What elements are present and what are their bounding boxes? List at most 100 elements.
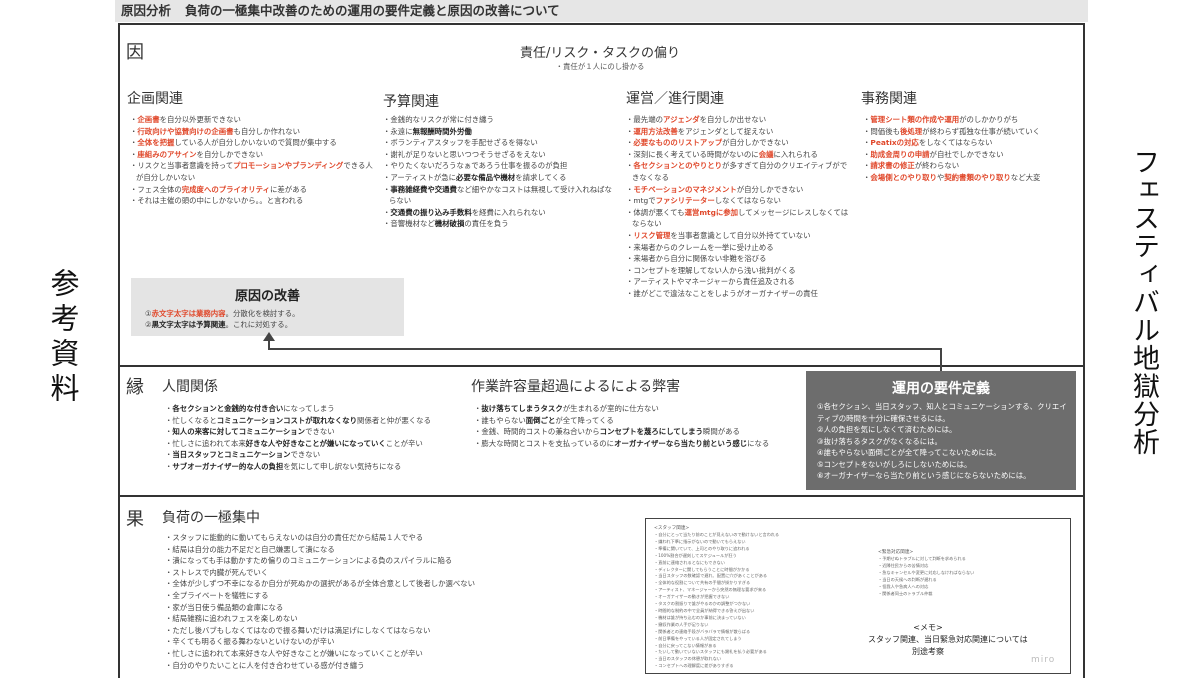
list-item: それは主催の頭の中にしかないから。。と言われる: [128, 195, 373, 207]
effect-title: 負荷の一極集中: [162, 510, 260, 526]
list-item: 各セクションと金銭的な付き合いになってしまう: [163, 403, 463, 415]
list-item: 機材は誰が持ち込むのか事前に決まっていない: [654, 615, 874, 622]
list-item: 座組みのアサインを自分しかできない: [128, 149, 373, 161]
list-item: 忙しさに追われて本来好きな人や好きなことが嫌いになっていくことが辛い: [163, 648, 633, 660]
memo-staff-list: 自分にとって当たり前のことが見えないので動けないと言われる嫌われ下準に指示がない…: [654, 532, 874, 670]
list-item: 潰になっても手は動かすため偏りのコミュニケーションによる負のスパイラルに陥る: [163, 555, 633, 567]
planning-list: 企画書を自分以外更新できない行政向けや協賛向けの企画書も自分しか作れない全体を把…: [128, 114, 373, 207]
memo-note-line-2: 別途考察: [912, 647, 944, 656]
list-item: 関係者との連絡手段がバラバラで情報が散らばる: [654, 629, 874, 636]
list-item: 金銭的なリスクが常に付き纏う: [381, 114, 614, 126]
list-item: 体調が悪くても運営mtgに参加してメッセージにレスしなくてはならない: [624, 207, 852, 230]
list-item: ボランティアスタッフを手配せざるを得ない: [381, 137, 614, 149]
list-item: 請求書の修正が終わらない: [861, 160, 1071, 172]
list-item: 謝礼が足りないと思いつつそうせざるをえない: [381, 149, 614, 161]
list-item: 前日準備をやっている人が固定されてしまう: [654, 636, 874, 643]
list-item: 自分のやりたいことに人を付き合わせている感が付き纏う: [163, 660, 633, 672]
list-item: 怪我人や急病人への対応: [878, 584, 1058, 591]
effect-list: スタッフに能動的に動いてもらえないのは自分の責任だから結局１人でやる結局は自分の…: [163, 532, 633, 671]
cause-improvement-box: 原因の改善 ①赤文字太字は業務内容。分散化を検討する。 ②黒文字太字は予算関連。…: [131, 278, 404, 336]
memo-note-title: <メモ>: [913, 623, 943, 632]
cause-subheading: ・責任が１人にのし掛かる: [555, 62, 645, 71]
memo-board: <スタッフ関連> 自分にとって当たり前のことが見えないので動けないと言われる嫌わ…: [645, 518, 1071, 674]
list-item: サブオーガナイザー的な人の負担を気にして申し訳ない気持ちになる: [163, 461, 463, 473]
miro-logo: miro: [1031, 655, 1056, 665]
side-label-right: フェスティバル地獄分析: [1128, 148, 1159, 456]
list-item: 企画書を自分以外更新できない: [128, 114, 373, 126]
divider-en-effect: [118, 495, 1085, 497]
relations-list: 各セクションと金銭的な付き合いになってしまう忙しくなるとコミュニケーションコスト…: [163, 403, 463, 473]
list-item: 辛くても明るく振る舞わないといけないのが辛い: [163, 636, 633, 648]
list-item: アーティストが急に必要な備品や機材を請求してくる: [381, 172, 614, 184]
list-item: 会場側とのやり取りや契約書類のやり取りなど大変: [861, 172, 1071, 184]
page-title-bar: 原因分析 負荷の一極集中改善のための運用の要件定義と原因の改善について: [115, 0, 1088, 22]
list-item: 行政向けや協賛向けの企画書も自分しか作れない: [128, 126, 373, 138]
list-item: 深刻に長く考えている時間がないのに会議に入れられる: [624, 149, 852, 161]
memo-emergency-heading: <緊急対応関連>: [878, 550, 914, 555]
page-title-label: 原因分析: [121, 3, 172, 18]
list-item: 100%割合が遅刻してスケジュールが狂う: [654, 553, 874, 560]
list-item: スタッフに能動的に動いてもらえないのは自分の責任だから結局１人でやる: [163, 532, 633, 544]
requirement-item: ③抜け落ちるタスクがなくなるには。: [817, 436, 942, 446]
list-item: 来場者からのクレームを一挙に受け止める: [624, 242, 852, 254]
admin-list: 管理シート類の作成や運用がのしかかりがち問価後も後処理が終わらず孤独な仕事が続い…: [861, 114, 1071, 184]
list-item: 直前に連絡されるとなにもできない: [654, 560, 874, 567]
requirement-item: ①各セクション、当日スタッフ、知人とコミュニケーションする、クリエイティブの時間…: [817, 402, 1067, 423]
requirement-item: ④誰もやらない面倒ごとが全て降ってこないためには。: [817, 448, 1001, 457]
list-item: 忙しくなるとコミュニケーションコストが取れなくなり関係者と仲が悪くなる: [163, 415, 463, 427]
requirement-item: ⑤コンセプトをないがしろにしないためには。: [817, 459, 972, 469]
list-item: 忙しさに追われて本来好きな人や好きなことが嫌いになっていくことが辛い: [163, 438, 463, 450]
list-item: アーティストやマネージャーから責任追及される: [624, 276, 852, 288]
memo-emergency-list: 予期せぬトラブルに対して判断を求められる近隣住民からの苦情対応急なキャンセルや変…: [878, 556, 1058, 597]
list-item: モチベーションのマネジメントが自分しかできない: [624, 184, 852, 196]
memo-note-line-1: スタッフ関連、当日緊急対応関連については: [868, 635, 1028, 644]
list-item: 最先端のアジェンダを自分しか出せない: [624, 114, 852, 126]
list-item: コンセプトへの理解度に差がありすぎる: [654, 663, 874, 670]
list-item: 膨大な時間とコストを支払っているのにオーガナイザーなら当たり前という感じになる: [472, 438, 802, 450]
list-item: 音響機材など機材破損の責任を負う: [381, 218, 614, 230]
list-item: 交通費の振り込み手数料を経費に入れられない: [381, 207, 614, 219]
list-item: 誰がどこで違法なことをしようがオーガナイザーの責任: [624, 288, 852, 300]
side-label-left: 参考資料: [46, 268, 80, 408]
list-item: タスクの割振りで誰がやるのかの調整がつかない: [654, 601, 874, 608]
list-item: 事務雑経費や交通費など細やかなコストは無視して受け入れねばならない: [381, 184, 614, 207]
list-item: 全体を把握している人が自分しかいないので質問が集中する: [128, 137, 373, 149]
list-item: 結局雑務に追われフェスを楽しめない: [163, 613, 633, 625]
list-item: 知人の来客に対してコミュニケーションできない: [163, 426, 463, 438]
list-item: 当日の天候への判断が遅れる: [878, 577, 1058, 584]
requirements-box: 運用の要件定義 ①各セクション、当日スタッフ、知人とコミュニケーションする、クリ…: [806, 371, 1076, 490]
column-title-relations: 人間関係: [162, 379, 218, 395]
list-item: ストレスで内臓が死んでいく: [163, 567, 633, 579]
cause-improvement-title: 原因の改善: [234, 289, 300, 304]
list-item: 運用方法改善をアジェンダとして捉えない: [624, 126, 852, 138]
section-label-effect: 果: [126, 509, 144, 530]
list-item: 撤収作業の人手が足りない: [654, 622, 874, 629]
list-item: 管理シート類の作成や運用がのしかかりがち: [861, 114, 1071, 126]
cause-improvement-line-1: ①赤文字太字は業務内容。分散化を検討する。: [145, 309, 300, 318]
section-label-en: 縁: [126, 377, 144, 398]
requirement-item: ⑥オーガナイザーなら当たり前という感じにならないためには。: [817, 471, 1031, 480]
list-item: 家が当日使う備品類の倉庫になる: [163, 602, 633, 614]
column-title-operations: 運営／進行関連: [626, 91, 724, 107]
list-item: 近隣住民からの苦情対応: [878, 563, 1058, 570]
list-item: 準備に関いていて、上司とのやり取りに追われる: [654, 546, 874, 553]
list-item: リスクと当事者意識を持ってプロモーションやブランディングできる人が自分しかいない: [128, 160, 373, 183]
list-item: やりたくないだろうなぁであろう仕事を振るのが負担: [381, 160, 614, 172]
list-item: 来場者から自分に関係ない非難を浴びる: [624, 253, 852, 265]
arrow-line-horizontal: [268, 348, 941, 350]
arrow-head-icon: [263, 332, 275, 341]
overload-list: 抜け落ちてしまうタスクが生まれるが室的に仕方ない誰もやらない面倒ごとが全て降って…: [472, 403, 802, 449]
list-item: 誰もやらない面倒ごとが全て降ってくる: [472, 415, 802, 427]
requirement-item: ②人の負担を気にしなくて済むためには。: [817, 425, 957, 434]
list-item: 当日スタッフとコミュニケーションできない: [163, 449, 463, 461]
list-item: 必要なもののリストアップが自分しかできない: [624, 137, 852, 149]
column-title-planning: 企画関連: [127, 91, 183, 107]
list-item: mtgでファシリテーターしなくてはならない: [624, 195, 852, 207]
list-item: 時間的な制約の中で全員が納得できる答えが出ない: [654, 608, 874, 615]
list-item: 急なキャンセルや変更に対応しなければならない: [878, 570, 1058, 577]
requirements-title: 運用の要件定義: [892, 381, 990, 397]
list-item: フェス全体の完成度へのプライオリティに差がある: [128, 184, 373, 196]
cause-improvement-line-2: ②黒文字太字は予算関連。これに対処する。: [145, 320, 293, 329]
list-item: Peatixの対応をしなくてはならない: [861, 137, 1071, 149]
list-item: 関係者同士のトラブル仲裁: [878, 591, 1058, 598]
